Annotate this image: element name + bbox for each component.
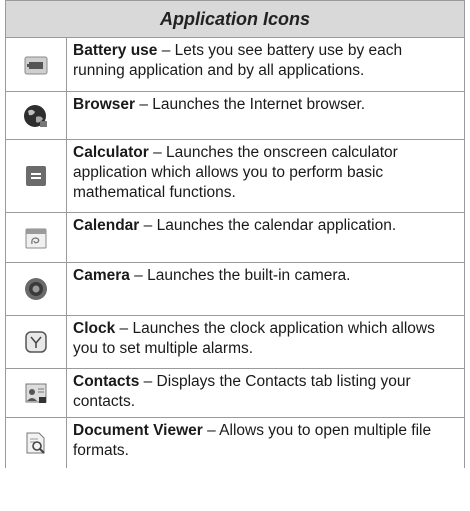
app-description: – Launches the calendar application. xyxy=(139,217,397,234)
table-row: Battery use – Lets you see battery use b… xyxy=(5,38,465,92)
table-row: Calendar – Launches the calendar applica… xyxy=(5,213,465,263)
row-text: Contacts – Displays the Contacts tab lis… xyxy=(67,369,465,417)
browser-globe-icon xyxy=(24,104,47,127)
table-row: Clock – Launches the clock application w… xyxy=(5,316,465,369)
row-text: Clock – Launches the clock application w… xyxy=(67,316,465,368)
app-name: Calculator xyxy=(73,144,149,161)
row-text: Calendar – Launches the calendar applica… xyxy=(67,213,465,262)
table-row: Browser – Launches the Internet browser. xyxy=(5,92,465,140)
clock-icon xyxy=(25,331,47,353)
app-description: – Launches the Internet browser. xyxy=(135,96,366,113)
app-name: Battery use xyxy=(73,42,158,59)
row-text: Browser – Launches the Internet browser. xyxy=(67,92,465,139)
battery-icon xyxy=(24,56,48,74)
row-text: Battery use – Lets you see battery use b… xyxy=(67,38,465,91)
camera-icon xyxy=(25,278,47,300)
app-name: Browser xyxy=(73,96,136,113)
table-row: Calculator – Launches the onscreen calcu… xyxy=(5,140,465,213)
document-viewer-icon xyxy=(26,432,45,454)
calculator-icon xyxy=(26,166,46,186)
row-text: Calculator – Launches the onscreen calcu… xyxy=(67,140,465,212)
contacts-icon xyxy=(25,383,47,403)
calendar-icon xyxy=(25,228,47,248)
app-name: Contacts xyxy=(73,373,140,390)
row-text: Document Viewer – Allows you to open mul… xyxy=(67,418,465,468)
application-icons-table: Application Icons Battery use – Lets you… xyxy=(5,0,465,468)
table-row: Document Viewer – Allows you to open mul… xyxy=(5,418,465,468)
app-description: – Launches the built-in camera. xyxy=(129,267,351,284)
app-name: Clock xyxy=(73,320,116,337)
row-text: Camera – Launches the built-in camera. xyxy=(67,263,465,315)
app-name: Document Viewer xyxy=(73,422,203,439)
table-header: Application Icons xyxy=(5,1,465,38)
app-name: Camera xyxy=(73,267,130,284)
table-row: Camera – Launches the built-in camera. xyxy=(5,263,465,316)
app-description: – Launches the clock application which a… xyxy=(73,320,435,357)
table-row: Contacts – Displays the Contacts tab lis… xyxy=(5,369,465,418)
app-name: Calendar xyxy=(73,217,140,234)
